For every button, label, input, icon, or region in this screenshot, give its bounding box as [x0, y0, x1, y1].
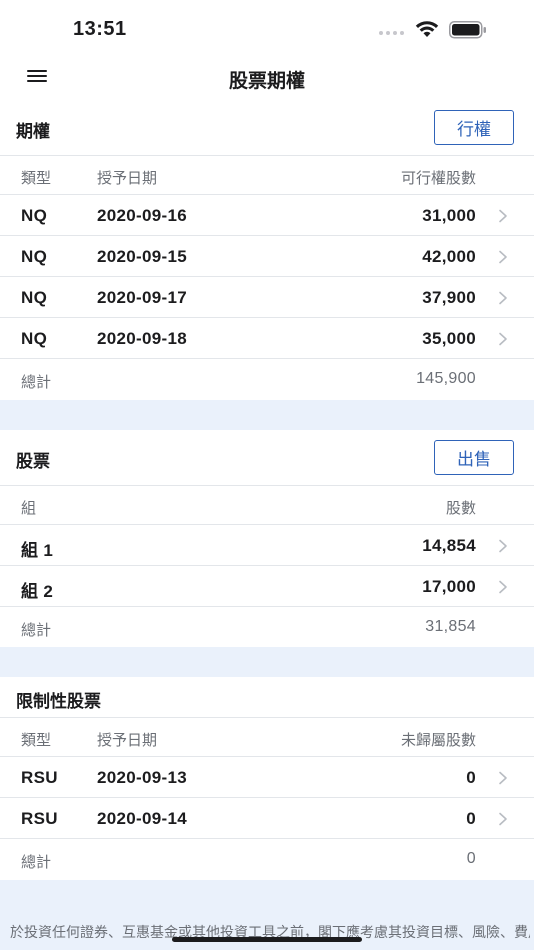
restricted-row[interactable]: RSU 2020-09-14 0 — [0, 798, 534, 839]
restricted-stock-section: 限制性股票 類型 授予日期 未歸屬股數 RSU 2020-09-13 0 RSU… — [0, 677, 534, 880]
options-row[interactable]: NQ 2020-09-18 35,000 — [0, 318, 534, 359]
chevron-right-icon — [499, 771, 507, 785]
wifi-icon — [415, 21, 439, 37]
restricted-type: RSU — [21, 768, 58, 787]
options-row[interactable]: NQ 2020-09-17 37,900 — [0, 277, 534, 318]
restricted-row[interactable]: RSU 2020-09-13 0 — [0, 757, 534, 798]
cellular-signal-icon — [379, 31, 404, 35]
stocks-row[interactable]: 組 1 14,854 — [0, 525, 534, 566]
column-header-shares: 股數 — [445, 500, 476, 517]
status-bar: 13:51 — [0, 0, 534, 58]
column-header-unvested-shares: 未歸屬股數 — [400, 732, 476, 749]
option-grant-date: 2020-09-16 — [97, 206, 187, 225]
restricted-total-row: 總計 0 — [0, 839, 534, 880]
restricted-title: 限制性股票 — [16, 692, 101, 711]
chevron-right-icon — [499, 209, 507, 223]
page-title: 股票期權 — [228, 71, 305, 92]
section-divider — [0, 647, 534, 677]
restricted-unvested-shares: 0 — [466, 809, 476, 828]
option-type: NQ — [21, 329, 48, 348]
options-section: 期權 行權 類型 授予日期 可行權股數 NQ 2020-09-16 31,000… — [0, 100, 534, 400]
options-column-headers: 類型 授予日期 可行權股數 — [0, 156, 534, 195]
restricted-grant-date: 2020-09-13 — [97, 768, 187, 787]
stock-shares: 14,854 — [422, 536, 476, 555]
stocks-row[interactable]: 組 2 17,000 — [0, 566, 534, 607]
nav-bar: 股票期權 — [0, 58, 534, 98]
options-header: 期權 行權 — [0, 100, 534, 156]
option-exercisable-shares: 31,000 — [422, 206, 476, 225]
options-row[interactable]: NQ 2020-09-15 42,000 — [0, 236, 534, 277]
option-grant-date: 2020-09-17 — [97, 288, 187, 307]
stocks-column-headers: 組 股數 — [0, 486, 534, 525]
column-header-exercisable-shares: 可行權股數 — [400, 170, 476, 187]
restricted-total-value: 0 — [466, 850, 476, 867]
column-header-group: 組 — [21, 500, 37, 517]
home-indicator[interactable] — [172, 937, 362, 942]
stocks-total-label: 總計 — [21, 622, 52, 639]
options-title: 期權 — [16, 122, 50, 141]
column-header-grant-date: 授予日期 — [97, 170, 158, 187]
restricted-grant-date: 2020-09-14 — [97, 809, 187, 828]
stocks-header: 股票 出售 — [0, 430, 534, 486]
battery-icon — [449, 21, 486, 39]
option-grant-date: 2020-09-18 — [97, 329, 187, 348]
chevron-right-icon — [499, 580, 507, 594]
options-total-value: 145,900 — [416, 370, 476, 387]
option-exercisable-shares: 35,000 — [422, 329, 476, 348]
option-type: NQ — [21, 247, 48, 266]
exercise-button[interactable]: 行權 — [434, 110, 514, 145]
restricted-column-headers: 類型 授予日期 未歸屬股數 — [0, 718, 534, 757]
column-header-type: 類型 — [21, 170, 52, 187]
chevron-right-icon — [499, 812, 507, 826]
option-type: NQ — [21, 288, 48, 307]
stock-shares: 17,000 — [422, 577, 476, 596]
options-total-row: 總計 145,900 — [0, 359, 534, 400]
status-time: 13:51 — [73, 18, 127, 40]
stock-group: 組 1 — [21, 541, 54, 560]
options-row[interactable]: NQ 2020-09-16 31,000 — [0, 195, 534, 236]
restricted-total-label: 總計 — [21, 854, 52, 871]
stocks-total-value: 31,854 — [425, 618, 476, 635]
restricted-header: 限制性股票 — [0, 677, 534, 718]
restricted-type: RSU — [21, 809, 58, 828]
stock-group: 組 2 — [21, 582, 54, 601]
stocks-section: 股票 出售 組 股數 組 1 14,854 組 2 17,000 總計 31,8… — [0, 430, 534, 648]
option-exercisable-shares: 42,000 — [422, 247, 476, 266]
restricted-unvested-shares: 0 — [466, 768, 476, 787]
stocks-total-row: 總計 31,854 — [0, 607, 534, 648]
options-total-label: 總計 — [21, 374, 52, 391]
option-grant-date: 2020-09-15 — [97, 247, 187, 266]
column-header-type: 類型 — [21, 732, 52, 749]
chevron-right-icon — [499, 332, 507, 346]
option-type: NQ — [21, 206, 48, 225]
chevron-right-icon — [499, 291, 507, 305]
chevron-right-icon — [499, 539, 507, 553]
stocks-title: 股票 — [16, 452, 50, 471]
sell-button[interactable]: 出售 — [434, 440, 514, 475]
section-divider — [0, 400, 534, 430]
option-exercisable-shares: 37,900 — [422, 288, 476, 307]
chevron-right-icon — [499, 250, 507, 264]
column-header-grant-date: 授予日期 — [97, 732, 158, 749]
